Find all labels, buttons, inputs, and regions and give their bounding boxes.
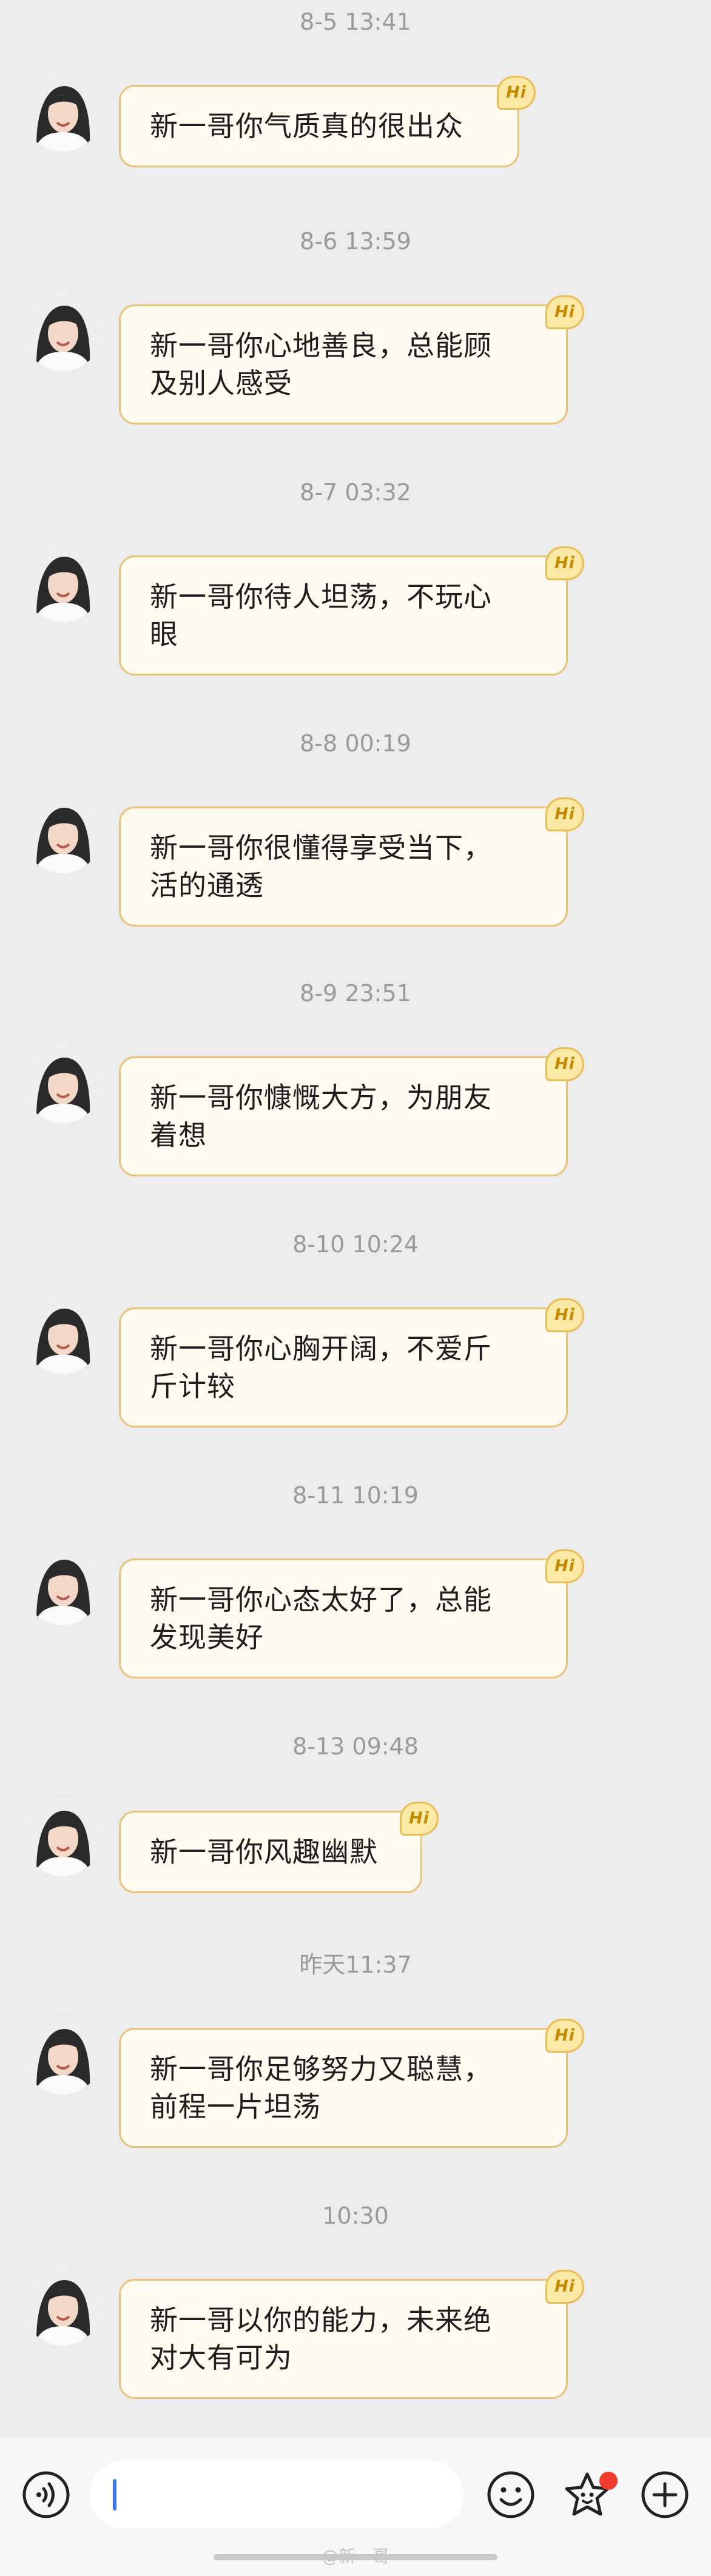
message-text-line-1: 新一哥你足够努力又聪慧， bbox=[150, 2053, 492, 2085]
message-text-line-2: 活的通透 bbox=[150, 869, 264, 902]
message-text-line-1: 新一哥你心胸开阔，不爱斤 bbox=[150, 1332, 492, 1365]
plus-icon[interactable] bbox=[639, 2469, 690, 2520]
avatar-image bbox=[23, 1044, 102, 1123]
avatar-image bbox=[23, 1797, 102, 1876]
notification-dot bbox=[599, 2472, 618, 2490]
avatar[interactable] bbox=[23, 1295, 102, 1374]
message-timestamp: 昨天11:37 bbox=[299, 1951, 412, 1978]
message-timestamp: 8-6 13:59 bbox=[300, 228, 411, 255]
avatar[interactable] bbox=[23, 1044, 102, 1123]
hi-badge: Hi bbox=[545, 2270, 584, 2304]
message-bubble[interactable]: 新一哥你心态太好了，总能 发现美好 Hi bbox=[119, 1549, 584, 1679]
hi-badge: Hi bbox=[545, 797, 584, 831]
hi-badge: Hi bbox=[545, 546, 584, 580]
message-text-line-1: 新一哥以你的能力，未来绝 bbox=[150, 2304, 492, 2336]
message-text-line-1: 新一哥你待人坦荡，不玩心 bbox=[150, 580, 492, 613]
home-indicator[interactable] bbox=[214, 2554, 497, 2560]
message-input[interactable] bbox=[90, 2461, 463, 2529]
chat-area[interactable]: 8-5 13:41 新一哥你气质真的很出众 Hi 8-6 13:59 新一哥你心… bbox=[0, 0, 711, 2438]
message-bubble[interactable]: 新一哥你足够努力又聪慧， 前程一片坦荡 Hi bbox=[119, 2019, 584, 2148]
avatar-image bbox=[23, 1295, 102, 1374]
message-text-line-1: 新一哥你气质真的很出众 bbox=[150, 110, 463, 143]
message-bubble[interactable]: 新一哥以你的能力，未来绝 对大有可为 Hi bbox=[119, 2270, 584, 2399]
message-timestamp: 8-13 09:48 bbox=[292, 1733, 419, 1760]
message-text-line-1: 新一哥你很懂得享受当下， bbox=[150, 831, 492, 864]
avatar[interactable] bbox=[23, 1797, 102, 1876]
message-text-line-2: 前程一片坦荡 bbox=[150, 2090, 321, 2123]
avatar-image bbox=[23, 292, 102, 371]
emoji-icon[interactable] bbox=[485, 2469, 536, 2520]
message-timestamp: 8-7 03:32 bbox=[300, 479, 411, 506]
message-bubble[interactable]: 新一哥你待人坦荡，不玩心 眼 Hi bbox=[119, 546, 584, 676]
message-timestamp: 8-5 13:41 bbox=[300, 8, 411, 35]
message-text-line-1: 新一哥你心态太好了，总能 bbox=[150, 1583, 492, 1616]
avatar-image bbox=[23, 1546, 102, 1625]
hi-badge: Hi bbox=[545, 295, 584, 329]
hi-badge: Hi bbox=[545, 1047, 584, 1081]
message-timestamp: 8-8 00:19 bbox=[300, 730, 411, 757]
avatar[interactable] bbox=[23, 73, 102, 152]
message-bubble[interactable]: 新一哥你气质真的很出众 Hi bbox=[119, 76, 536, 167]
avatar[interactable] bbox=[23, 794, 102, 873]
message-text-line-2: 对大有可为 bbox=[150, 2341, 292, 2374]
hi-badge: Hi bbox=[545, 1549, 584, 1583]
message-text-line-1: 新一哥你慷慨大方，为朋友 bbox=[150, 1081, 492, 1114]
message-timestamp: 8-10 10:24 bbox=[292, 1231, 419, 1258]
input-bar: @新一哥 bbox=[0, 2438, 711, 2576]
message-timestamp: 8-9 23:51 bbox=[300, 980, 411, 1007]
avatar[interactable] bbox=[23, 2267, 102, 2346]
hi-badge: Hi bbox=[545, 1298, 584, 1332]
avatar[interactable] bbox=[23, 543, 102, 622]
avatar-image bbox=[23, 2016, 102, 2095]
avatar-image bbox=[23, 73, 102, 152]
message-bubble[interactable]: 新一哥你心胸开阔，不爱斤 斤计较 Hi bbox=[119, 1298, 584, 1427]
message-timestamp: 10:30 bbox=[322, 2202, 389, 2229]
hi-badge: Hi bbox=[545, 2019, 584, 2053]
avatar-image bbox=[23, 543, 102, 622]
message-text-line-2: 及别人感受 bbox=[150, 367, 292, 400]
voice-icon[interactable] bbox=[21, 2469, 72, 2520]
message-bubble[interactable]: 新一哥你慷慨大方，为朋友 着想 Hi bbox=[119, 1047, 584, 1176]
message-text-line-2: 眼 bbox=[150, 618, 178, 651]
message-bubble[interactable]: 新一哥你心地善良，总能顾 及别人感受 Hi bbox=[119, 295, 584, 424]
message-text-line-1: 新一哥你心地善良，总能顾 bbox=[150, 329, 492, 362]
avatar-image bbox=[23, 794, 102, 873]
message-text-line-2: 着想 bbox=[150, 1119, 207, 1152]
avatar[interactable] bbox=[23, 292, 102, 371]
message-text-line-1: 新一哥你风趣幽默 bbox=[150, 1836, 378, 1868]
message-text-line-2: 斤计较 bbox=[150, 1370, 235, 1403]
hi-badge: Hi bbox=[497, 76, 536, 110]
avatar-image bbox=[23, 2267, 102, 2346]
message-text-line-2: 发现美好 bbox=[150, 1621, 264, 1654]
message-timestamp: 8-11 10:19 bbox=[292, 1482, 419, 1509]
avatar[interactable] bbox=[23, 1546, 102, 1625]
message-bubble[interactable]: 新一哥你很懂得享受当下， 活的通透 Hi bbox=[119, 797, 584, 927]
text-cursor bbox=[113, 2479, 116, 2511]
hi-badge: Hi bbox=[400, 1802, 439, 1836]
avatar[interactable] bbox=[23, 2016, 102, 2095]
message-bubble[interactable]: 新一哥你风趣幽默 Hi bbox=[119, 1802, 439, 1893]
